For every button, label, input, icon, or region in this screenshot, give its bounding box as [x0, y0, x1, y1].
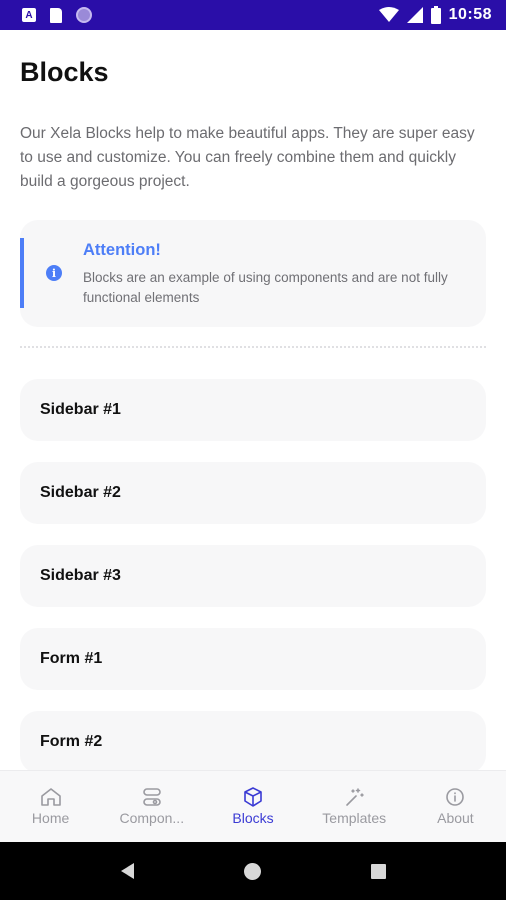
list-item-form-1[interactable]: Form #1: [20, 628, 486, 690]
info-icon: i: [46, 265, 62, 281]
list-item-label: Sidebar #3: [40, 567, 121, 584]
tab-components[interactable]: Compon...: [101, 771, 202, 842]
wifi-icon: [378, 7, 399, 23]
bottom-tab-bar: Home Compon... Blocks Templates About: [0, 770, 506, 842]
list-item-label: Sidebar #2: [40, 484, 121, 501]
list-item-sidebar-1[interactable]: Sidebar #1: [20, 379, 486, 441]
tab-label: About: [437, 810, 474, 826]
page-title: Blocks: [20, 57, 109, 87]
dotted-divider: [20, 346, 486, 348]
attention-alert: i Attention! Blocks are an example of us…: [20, 220, 486, 327]
home-icon: [40, 787, 62, 807]
tab-home[interactable]: Home: [0, 771, 101, 842]
tab-blocks[interactable]: Blocks: [202, 771, 303, 842]
main-content: Blocks Our Xela Blocks help to make beau…: [0, 30, 506, 770]
back-icon[interactable]: [120, 863, 134, 879]
list-item-label: Form #2: [40, 733, 103, 750]
alert-title: Attention!: [83, 241, 161, 259]
magic-wand-icon: [343, 787, 365, 807]
list-item-label: Form #1: [40, 650, 103, 667]
signal-icon: [406, 7, 423, 23]
alert-accent-bar: [20, 238, 24, 308]
tab-label: Home: [31, 810, 70, 826]
blocks-list: Sidebar #1 Sidebar #2 Sidebar #3 Form #1…: [20, 379, 486, 770]
status-time: 10:58: [448, 6, 492, 23]
battery-icon: [430, 6, 441, 24]
status-right-icons: 10:58: [378, 6, 492, 24]
a-icon: A: [22, 8, 36, 22]
cube-icon: [242, 787, 264, 807]
components-icon: [141, 787, 163, 807]
status-left-icons: A: [22, 7, 92, 23]
tab-about[interactable]: About: [405, 771, 506, 842]
circle-icon: [76, 7, 92, 23]
recents-icon[interactable]: [370, 863, 386, 879]
tab-label: Templates: [322, 810, 387, 826]
system-nav-bar: [0, 842, 506, 900]
list-item-label: Sidebar #1: [40, 401, 121, 418]
page-intro: Our Xela Blocks help to make beautiful a…: [20, 125, 475, 190]
tab-label: Compon...: [119, 810, 185, 826]
list-item-sidebar-3[interactable]: Sidebar #3: [20, 545, 486, 607]
status-bar: A 10:58: [0, 0, 506, 30]
sd-card-icon: [50, 7, 62, 23]
list-item-sidebar-2[interactable]: Sidebar #2: [20, 462, 486, 524]
tab-label: Blocks: [232, 810, 274, 826]
info-icon: [444, 787, 466, 807]
home-button-icon[interactable]: [243, 862, 261, 880]
tab-templates[interactable]: Templates: [304, 771, 405, 842]
list-item-form-2[interactable]: Form #2: [20, 711, 486, 770]
alert-text: Blocks are an example of using component…: [83, 270, 448, 305]
